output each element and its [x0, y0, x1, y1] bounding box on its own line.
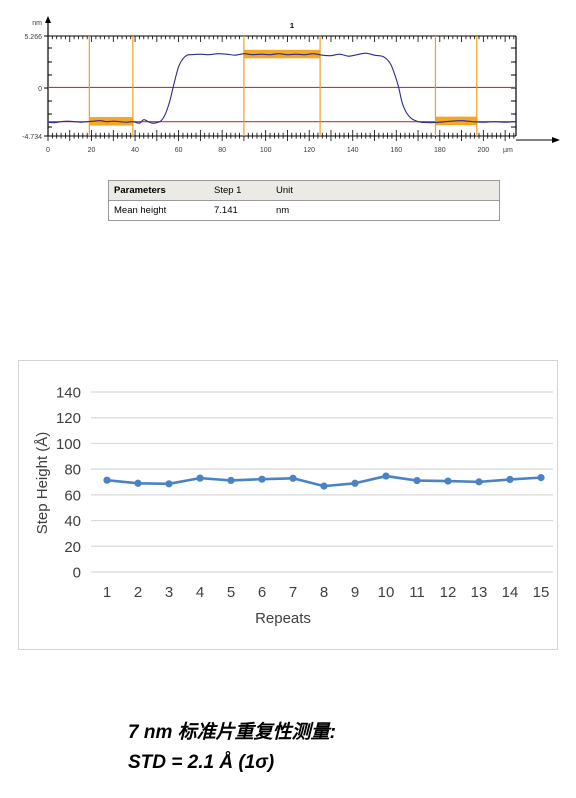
chart-y-tick-140: 140	[56, 385, 81, 402]
profile-x-tick-labels: 0 20 40 60 80 100 120 140 160 180 200	[46, 147, 489, 154]
chart-x-tick-13: 13	[471, 584, 488, 601]
repeatability-chart: 0 20 40 60 80 100 120 140 1 2 3 4 5 6 7 8 9 10 11 12 13 14 15…	[18, 360, 558, 650]
column-header-blank	[331, 181, 500, 201]
chart-x-axis-title: Repeats	[255, 610, 311, 627]
repeatability-chart-svg: 020406080100120140 1 2 3 4 5 6 7 8 9 10 11 12 13 14 15…	[34, 385, 553, 627]
profile-x-tick-80: 80	[218, 147, 226, 154]
chart-x-tick-6: 6	[258, 584, 266, 601]
profile-y-min-label: -4.734	[22, 134, 42, 141]
chart-data-point-4[interactable]	[196, 474, 204, 482]
chart-x-tick-9: 9	[351, 584, 359, 601]
chart-x-tick-2: 2	[134, 584, 142, 601]
chart-data-point-14[interactable]	[506, 475, 514, 484]
column-header-step-1: Step 1	[214, 185, 242, 196]
chart-y-axis-title: Step Height (Å)	[34, 432, 51, 535]
cell-blank	[331, 201, 500, 221]
profile-x-tick-20: 20	[88, 147, 96, 154]
chart-data-point-12[interactable]	[444, 477, 452, 485]
profile-x-tick-160: 160	[390, 147, 402, 154]
chart-data-point-6[interactable]	[258, 475, 266, 483]
table-row: Mean height 7.141 nm	[109, 201, 500, 221]
parameters-table-container: Parameters Step 1 Unit Mean height 7.141…	[108, 180, 500, 221]
chart-x-tick-14: 14	[502, 584, 519, 601]
chart-y-tick-80: 80	[64, 462, 81, 479]
chart-y-tick-0: 0	[73, 565, 81, 582]
chart-x-tick-1: 1	[103, 584, 111, 601]
chart-x-tick-3: 3	[165, 584, 173, 601]
chart-data-point-1[interactable]	[103, 476, 111, 484]
chart-y-tick-120: 120	[56, 410, 81, 427]
chart-x-tick-11: 11	[409, 584, 425, 601]
column-header-unit: Unit	[276, 185, 293, 196]
chart-data-markers	[103, 472, 545, 490]
column-header-parameters: Parameters	[114, 185, 166, 196]
profile-series-label: 1	[290, 21, 294, 30]
parameters-table-body: Mean height 7.141 nm	[109, 201, 500, 221]
caption-block: 7 nm 标准片重复性测量: STD = 2.1 Å (1σ)	[128, 718, 558, 778]
chart-data-point-3[interactable]	[165, 480, 173, 488]
chart-x-tick-7: 7	[289, 584, 297, 601]
chart-y-tick-20: 20	[64, 539, 81, 556]
chart-data-point-15[interactable]	[537, 474, 545, 482]
parameters-table: Parameters Step 1 Unit Mean height 7.141…	[108, 180, 500, 221]
surface-profile-chart: nm 5.266 0 -4.734 1 0 20 40 60 80 100 120 140 16…	[0, 0, 576, 170]
chart-x-tick-10: 10	[378, 584, 395, 601]
profile-y-unit-label: nm	[32, 20, 42, 27]
chart-data-point-8[interactable]	[320, 482, 328, 490]
profile-y-zero-label: 0	[38, 86, 42, 93]
cell-unit: nm	[276, 205, 290, 216]
profile-y-max-label: 5.266	[24, 34, 42, 41]
table-header-row: Parameters Step 1 Unit	[108, 180, 500, 201]
chart-x-tick-15: 15	[533, 584, 550, 601]
profile-x-tick-60: 60	[175, 147, 183, 154]
chart-data-point-5[interactable]	[227, 476, 235, 485]
cell-step1-value: 7.141	[214, 205, 238, 216]
chart-x-tick-4: 4	[196, 584, 204, 601]
chart-x-tick-8: 8	[320, 584, 328, 601]
chart-data-point-13[interactable]	[475, 478, 483, 486]
profile-x-tick-120: 120	[303, 147, 315, 154]
chart-data-point-10[interactable]	[382, 472, 390, 480]
caption-line-2: STD = 2.1 Å (1σ)	[128, 752, 275, 773]
profile-x-tick-180: 180	[434, 147, 446, 154]
profile-x-tick-0: 0	[46, 147, 50, 154]
chart-x-tick-12: 12	[440, 584, 457, 601]
profile-x-tick-100: 100	[260, 147, 272, 154]
chart-y-tick-100: 100	[56, 436, 81, 453]
chart-data-point-7[interactable]	[289, 474, 297, 482]
chart-data-point-2[interactable]	[134, 479, 142, 487]
chart-data-point-11[interactable]	[413, 476, 421, 485]
parameters-table-head: Parameters Step 1 Unit	[108, 180, 500, 201]
profile-x-unit-label: µm	[503, 147, 513, 154]
profile-x-tick-140: 140	[347, 147, 359, 154]
profile-x-tick-200: 200	[478, 147, 490, 154]
profile-x-axis-right	[511, 36, 560, 143]
profile-x-tick-40: 40	[131, 147, 139, 154]
profile-plot-svg: nm 5.266 0 -4.734 1 0 20 40 60 80 100 120 140 16…	[22, 16, 560, 154]
caption-line-1: 7 nm 标准片重复性测量:	[128, 722, 336, 743]
chart-data-point-9[interactable]	[351, 479, 359, 487]
chart-y-tick-40: 40	[64, 513, 81, 530]
chart-x-tick-labels: 1 2 3 4 5 6 7 8 9 10 11 12 13 14 15	[103, 584, 550, 601]
chart-y-tick-60: 60	[64, 487, 81, 504]
chart-y-tick-labels: 0 20 40 60 80 100 120 140	[56, 385, 81, 582]
cell-parameter-name: Mean height	[114, 205, 167, 216]
chart-x-tick-5: 5	[227, 584, 235, 601]
